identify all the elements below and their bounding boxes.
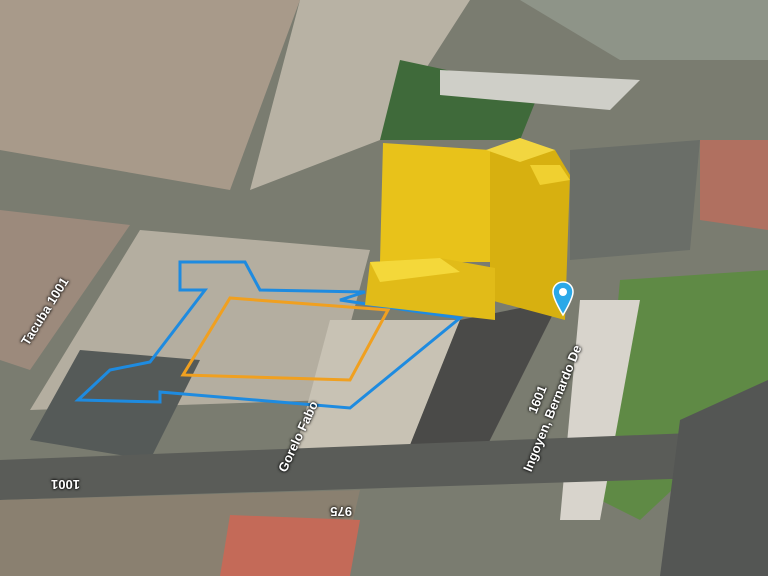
street-label-1001: 1001 xyxy=(51,477,80,492)
street-label-975: 975 xyxy=(330,504,352,519)
satellite-map[interactable] xyxy=(0,0,768,576)
location-pin-icon[interactable] xyxy=(551,281,575,317)
building-3d-model xyxy=(365,138,570,320)
